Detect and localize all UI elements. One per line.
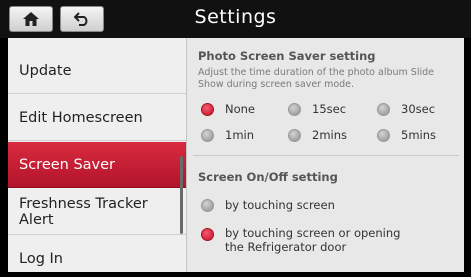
- sidebar-item-log-in[interactable]: Log In: [8, 236, 186, 272]
- radio-unselected-icon: [377, 128, 390, 142]
- sidebar-item-label: Update: [19, 62, 72, 79]
- sidebar-item-label: Log In: [19, 251, 63, 267]
- option-none[interactable]: None: [201, 102, 255, 116]
- option-label: by touching screen or opening the Refrig…: [225, 226, 401, 254]
- option-2mins[interactable]: 2mins: [288, 128, 347, 142]
- option-label: 15sec: [312, 102, 347, 116]
- radio-unselected-icon: [201, 198, 214, 212]
- option-label: 1min: [225, 128, 255, 142]
- option-touch-or-door[interactable]: by touching screen or opening the Refrig…: [201, 226, 406, 254]
- sidebar: Update Edit Homescreen Screen Saver Fres…: [8, 38, 187, 272]
- photo-saver-title: Photo Screen Saver setting: [198, 49, 376, 63]
- header-bar: Settings: [0, 0, 471, 38]
- option-30sec[interactable]: 30sec: [377, 102, 435, 116]
- photo-saver-description: Adjust the time duration of the photo al…: [198, 67, 434, 90]
- radio-unselected-icon: [201, 128, 214, 142]
- section-divider: [193, 155, 459, 156]
- page-title: Settings: [194, 6, 277, 28]
- radio-unselected-icon: [377, 102, 390, 116]
- sidebar-item-screen-saver[interactable]: Screen Saver: [8, 142, 186, 188]
- settings-panel: Photo Screen Saver setting Adjust the ti…: [187, 38, 464, 272]
- option-15sec[interactable]: 15sec: [288, 102, 346, 116]
- sidebar-item-update[interactable]: Update: [8, 48, 186, 94]
- sidebar-item-label: Screen Saver: [19, 156, 116, 173]
- option-5mins[interactable]: 5mins: [377, 128, 436, 142]
- option-label: by touching screen: [225, 198, 335, 212]
- sidebar-item-label: Freshness Tracker Alert: [19, 195, 148, 228]
- radio-selected-icon: [201, 228, 214, 241]
- option-label: None: [225, 102, 256, 116]
- option-label: 5mins: [401, 128, 436, 142]
- radio-unselected-icon: [288, 128, 301, 142]
- radio-selected-icon: [201, 102, 214, 116]
- option-touch-screen[interactable]: by touching screen: [201, 198, 335, 212]
- sidebar-item-freshness-tracker-alert[interactable]: Freshness Tracker Alert: [8, 189, 186, 235]
- content-area: Update Edit Homescreen Screen Saver Fres…: [8, 38, 464, 272]
- sidebar-item-edit-homescreen[interactable]: Edit Homescreen: [8, 95, 186, 141]
- radio-unselected-icon: [288, 102, 301, 116]
- sidebar-item-label: Edit Homescreen: [19, 109, 143, 126]
- app-frame: Settings Update Edit Homescreen Screen S…: [0, 0, 471, 277]
- option-label: 30sec: [401, 102, 436, 116]
- option-1min[interactable]: 1min: [201, 128, 254, 142]
- option-label: 2mins: [312, 128, 347, 142]
- screen-onoff-title: Screen On/Off setting: [198, 170, 338, 184]
- sidebar-scrollbar[interactable]: [180, 156, 183, 234]
